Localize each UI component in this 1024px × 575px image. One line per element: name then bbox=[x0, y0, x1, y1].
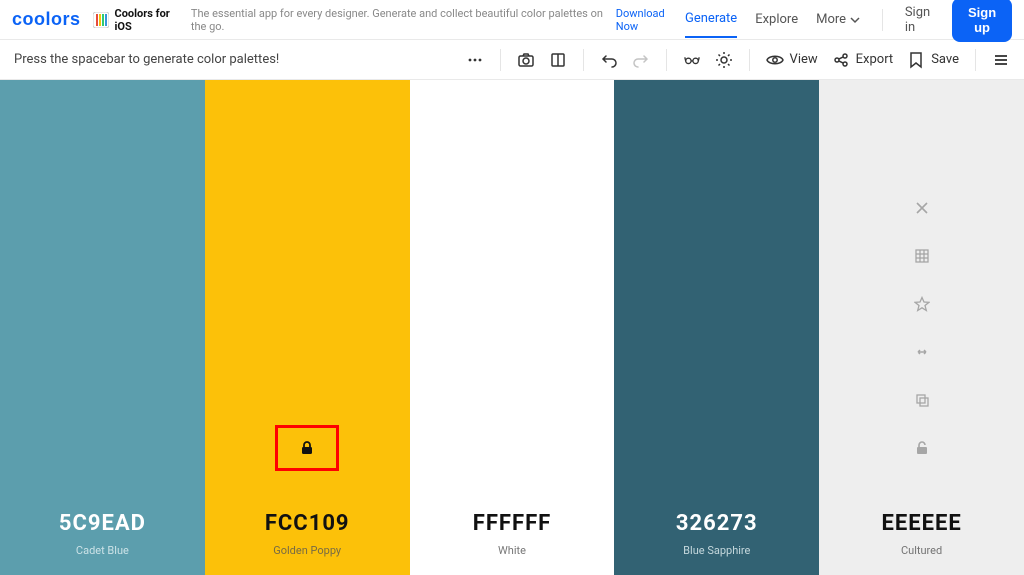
undo-icon[interactable] bbox=[600, 51, 618, 69]
nav-signin[interactable]: Sign in bbox=[905, 0, 934, 45]
hex-code[interactable]: EEEEEE bbox=[881, 511, 961, 536]
signup-button[interactable]: Sign up bbox=[952, 0, 1012, 42]
remove-color-button[interactable] bbox=[911, 197, 933, 219]
menu-icon[interactable] bbox=[992, 51, 1010, 69]
hex-code[interactable]: FCC109 bbox=[265, 511, 350, 536]
toolbar-right: View Export Save bbox=[466, 49, 1010, 71]
more-dots-icon[interactable] bbox=[466, 51, 484, 69]
collage-icon[interactable] bbox=[549, 51, 567, 69]
swatch-eeeeee[interactable]: EEEEEE Cultured bbox=[819, 80, 1024, 575]
swatch-fcc109[interactable]: FCC109 Golden Poppy bbox=[205, 80, 410, 575]
hex-code[interactable]: 326273 bbox=[676, 511, 758, 536]
hex-code[interactable]: FFFFFF bbox=[473, 511, 551, 536]
app-icon bbox=[93, 12, 109, 28]
logo[interactable]: coolors bbox=[12, 9, 81, 30]
color-name: Cultured bbox=[901, 544, 942, 557]
hex-code[interactable]: 5C9EAD bbox=[59, 511, 146, 536]
locked-indicator[interactable] bbox=[275, 425, 339, 471]
promo-desc: The essential app for every designer. Ge… bbox=[191, 7, 610, 33]
bookmark-icon bbox=[907, 51, 925, 69]
brightness-icon[interactable] bbox=[715, 51, 733, 69]
redo-icon[interactable] bbox=[632, 51, 650, 69]
topbar: coolors Coolors for iOS The essential ap… bbox=[0, 0, 1024, 40]
toolbar: Press the spacebar to generate color pal… bbox=[0, 40, 1024, 80]
view-button[interactable]: View bbox=[766, 51, 818, 69]
copy-button[interactable] bbox=[911, 389, 933, 411]
chevron-down-icon bbox=[850, 15, 860, 25]
promo-download-link[interactable]: Download Now bbox=[616, 7, 685, 33]
save-button[interactable]: Save bbox=[907, 51, 959, 69]
move-button[interactable] bbox=[911, 341, 933, 363]
nav-more-label: More bbox=[816, 12, 846, 27]
save-label: Save bbox=[931, 52, 959, 67]
lock-toggle-button[interactable] bbox=[911, 437, 933, 459]
camera-icon[interactable] bbox=[517, 51, 535, 69]
nav-more[interactable]: More bbox=[816, 2, 860, 37]
swatch-tools bbox=[911, 197, 933, 459]
promo-banner: Coolors for iOS The essential app for ev… bbox=[93, 7, 685, 33]
color-name: White bbox=[498, 544, 526, 557]
swatch-5c9ead[interactable]: 5C9EAD Cadet Blue bbox=[0, 80, 205, 575]
export-button[interactable]: Export bbox=[832, 51, 894, 69]
color-name: Blue Sapphire bbox=[683, 544, 750, 557]
toolbar-hint: Press the spacebar to generate color pal… bbox=[14, 52, 279, 67]
share-icon bbox=[832, 51, 850, 69]
nav-generate[interactable]: Generate bbox=[685, 1, 737, 38]
glasses-icon[interactable] bbox=[683, 51, 701, 69]
nav-explore[interactable]: Explore bbox=[755, 2, 798, 37]
view-label: View bbox=[790, 52, 818, 67]
eye-icon bbox=[766, 51, 784, 69]
favorite-button[interactable] bbox=[911, 293, 933, 315]
swatch-ffffff[interactable]: FFFFFF White bbox=[410, 80, 615, 575]
shades-button[interactable] bbox=[911, 245, 933, 267]
nav-links: Generate Explore More Sign in Sign up bbox=[685, 0, 1012, 45]
export-label: Export bbox=[856, 52, 894, 67]
nav-divider bbox=[882, 9, 883, 31]
color-name: Golden Poppy bbox=[273, 544, 341, 557]
swatch-326273[interactable]: 326273 Blue Sapphire bbox=[614, 80, 819, 575]
lock-icon bbox=[298, 439, 316, 457]
color-name: Cadet Blue bbox=[76, 544, 129, 557]
palette: 5C9EAD Cadet Blue FCC109 Golden Poppy FFFFFF… bbox=[0, 80, 1024, 575]
promo-title: Coolors for iOS bbox=[115, 7, 185, 33]
